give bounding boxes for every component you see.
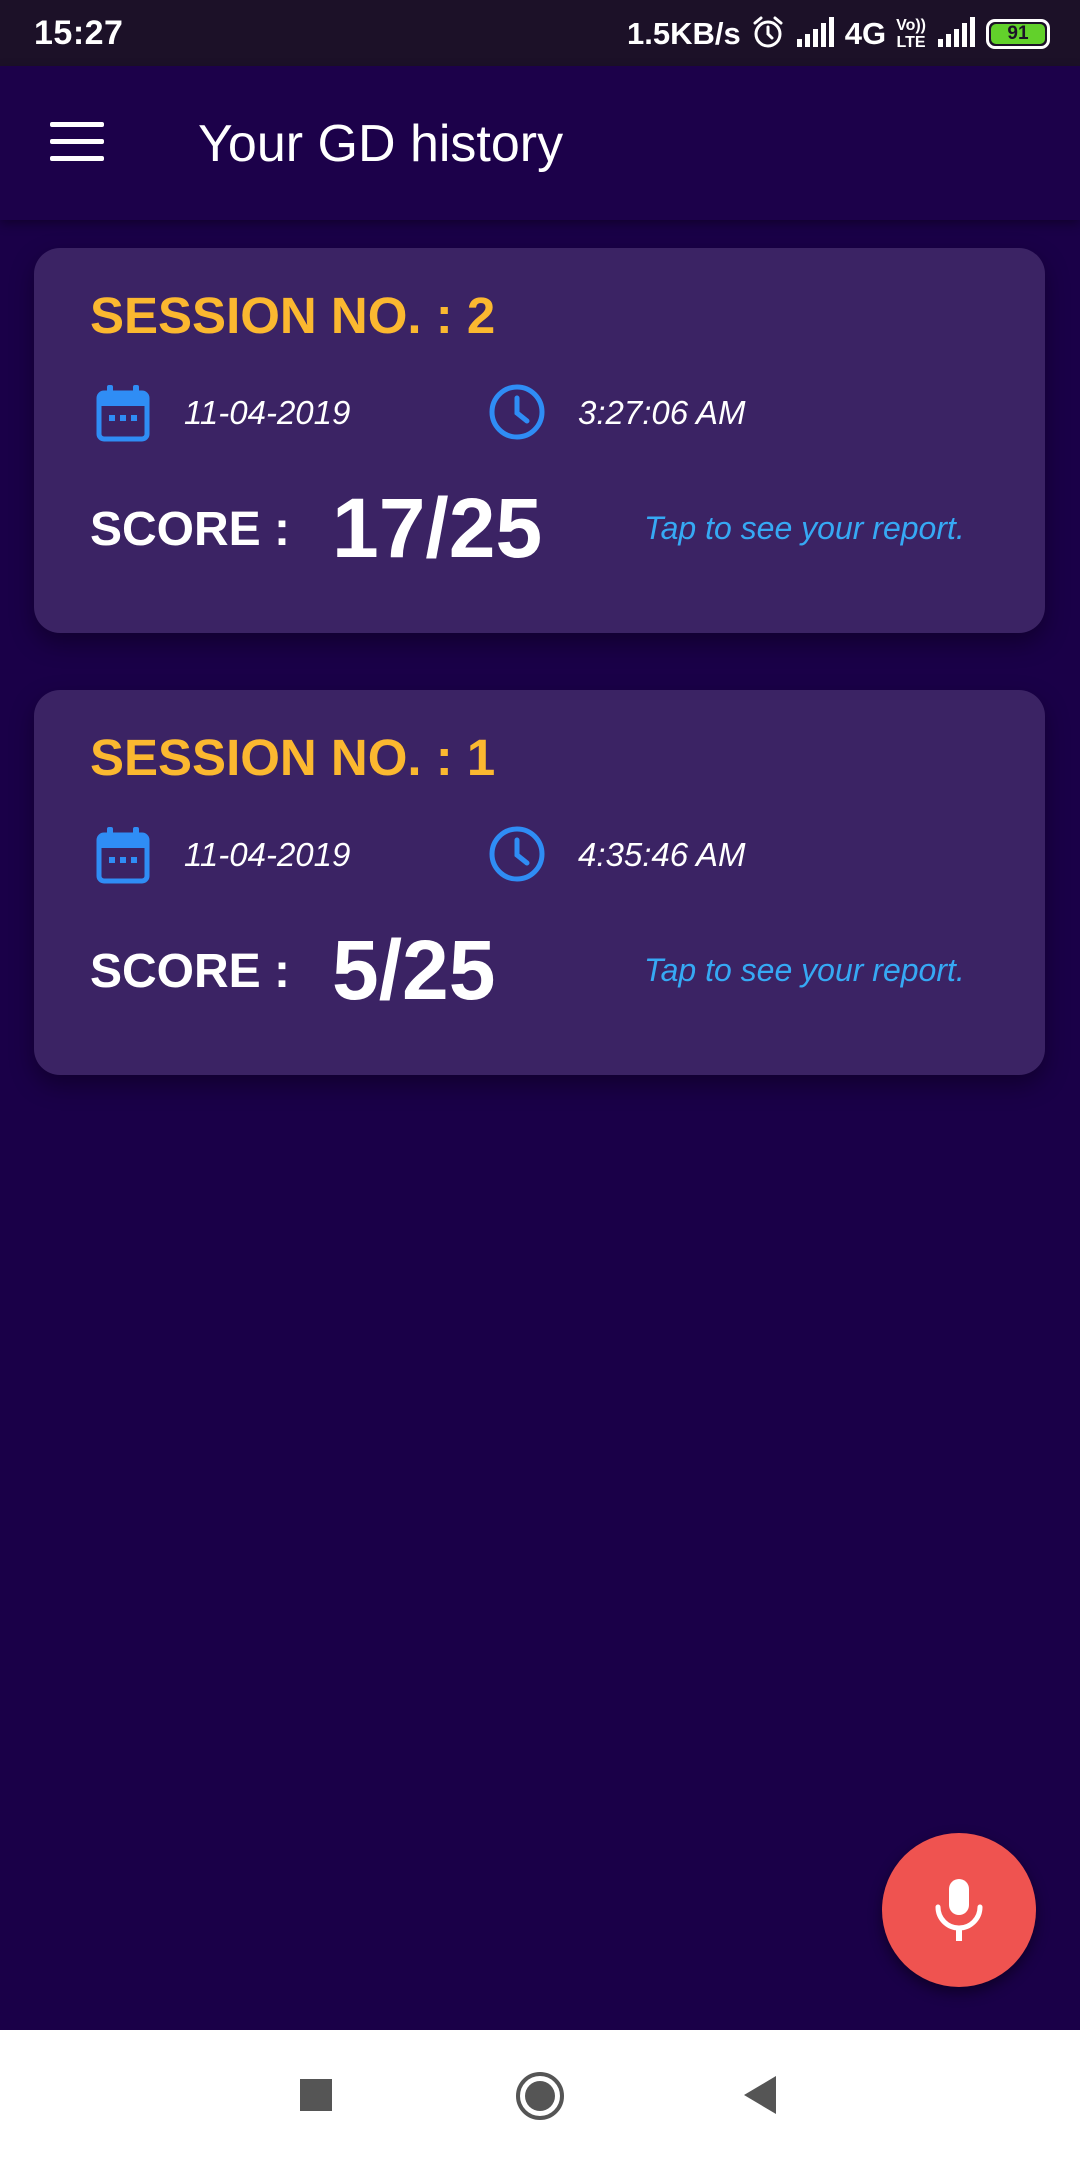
- session-card[interactable]: SESSION NO. : 2 11-04-2019 3:27:06 AM SC…: [34, 248, 1045, 633]
- system-nav-bar: [0, 2030, 1080, 2160]
- alarm-icon: [751, 15, 785, 54]
- back-icon[interactable]: [742, 2074, 778, 2121]
- recents-icon[interactable]: [300, 2079, 332, 2111]
- home-icon[interactable]: [514, 2070, 566, 2127]
- network-speed: 1.5KB/s: [626, 16, 741, 51]
- session-number: SESSION NO. : 1: [90, 729, 496, 786]
- volte-bottom: LTE: [896, 34, 926, 51]
- status-time: 15:27: [34, 14, 124, 52]
- hamburger-menu-icon[interactable]: [50, 122, 104, 162]
- page-title: Your GD history: [198, 115, 564, 173]
- report-link[interactable]: Tap to see your report.: [644, 510, 965, 547]
- score-label: SCORE :: [90, 945, 291, 998]
- status-bar: 15:27 1.5KB/s 4G Vo)) LTE 91: [0, 0, 1080, 66]
- clock-icon: [488, 825, 546, 883]
- app-bar: Your GD history: [0, 66, 1080, 220]
- battery-level: 91: [991, 24, 1045, 44]
- session-date: 11-04-2019: [184, 394, 351, 431]
- volte-top: Vo)): [896, 17, 926, 34]
- clock-icon: [488, 383, 546, 441]
- calendar-icon: [96, 826, 150, 884]
- microphone-icon: [935, 1879, 983, 1941]
- session-time: 4:35:46 AM: [578, 836, 746, 873]
- session-number: SESSION NO. : 2: [90, 287, 496, 344]
- score-label: SCORE :: [90, 503, 291, 556]
- score-value: 5/25: [332, 923, 496, 1017]
- session-time: 3:27:06 AM: [578, 394, 746, 431]
- record-fab-button[interactable]: [882, 1833, 1036, 1987]
- signal-icon-2: [936, 16, 976, 52]
- session-date: 11-04-2019: [184, 836, 351, 873]
- network-type: 4G: [844, 16, 887, 51]
- volte-indicator: Vo)) LTE: [896, 17, 926, 51]
- calendar-icon: [96, 384, 150, 442]
- status-indicators: 1.5KB/s 4G Vo)) LTE 91: [627, 12, 1050, 56]
- signal-icon: [795, 16, 835, 52]
- battery-icon: 91: [986, 19, 1050, 49]
- report-link[interactable]: Tap to see your report.: [644, 952, 965, 989]
- session-card[interactable]: SESSION NO. : 1 11-04-2019 4:35:46 AM SC…: [34, 690, 1045, 1075]
- score-value: 17/25: [332, 481, 543, 575]
